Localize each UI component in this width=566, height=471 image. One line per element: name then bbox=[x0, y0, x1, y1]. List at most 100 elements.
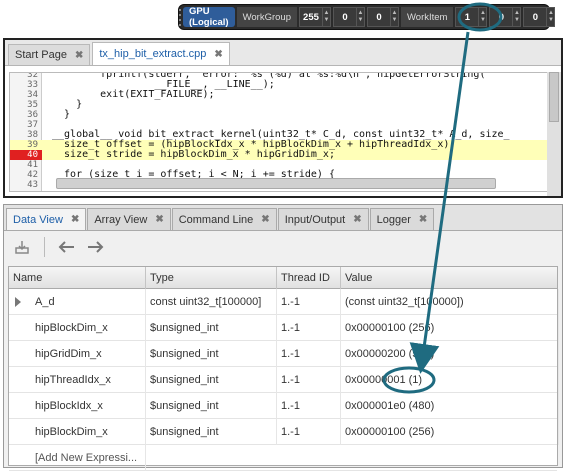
line-number[interactable]: 43 bbox=[10, 180, 38, 190]
spinner-arrows-icon[interactable]: ▲ ▼ bbox=[389, 8, 398, 26]
gpu-toolbar: GPU (Logical) WorkGroup 255 ▲ ▼ 0 ▲ ▼ 0 ▲ ▼… bbox=[178, 4, 556, 30]
close-icon[interactable]: ✖ bbox=[75, 50, 83, 61]
close-icon[interactable]: ✖ bbox=[155, 214, 163, 225]
line-number[interactable]: 39 bbox=[10, 140, 38, 150]
workgroup-y-value[interactable]: 0 bbox=[334, 12, 356, 23]
code-line[interactable]: 35 } bbox=[10, 100, 548, 111]
column-header-type[interactable]: Type bbox=[146, 267, 277, 289]
table-row[interactable]: hipThreadIdx_x $unsigned_int 1.-1 0x0000000… bbox=[9, 367, 559, 393]
cell-value: 0x00000100 (256) bbox=[341, 419, 559, 445]
add-expression-row[interactable]: [Add New Expressi... bbox=[9, 445, 557, 471]
cell-value: (const uint32_t[100000]) bbox=[341, 289, 559, 315]
workgroup-x-spinner[interactable]: 255 ▲ ▼ bbox=[298, 7, 331, 27]
cell-thread: 1.-1 bbox=[277, 289, 341, 315]
close-icon[interactable]: ✖ bbox=[261, 214, 269, 225]
workgroup-label: WorkGroup bbox=[236, 7, 297, 27]
tab-logger[interactable]: Logger ✖ bbox=[369, 208, 435, 230]
table-row[interactable]: hipBlockDim_x $unsigned_int 1.-1 0x00000100… bbox=[9, 315, 559, 341]
cell-thread: 1.-1 bbox=[277, 393, 341, 419]
cell-type: $unsigned_int bbox=[146, 367, 277, 393]
code-text: size_t stride = hipBlockDim_x * hipGridD… bbox=[52, 149, 335, 160]
table-row[interactable]: hipBlockDim_x $unsigned_int 1.-1 0x00000100… bbox=[9, 419, 559, 445]
workitem-z-value[interactable]: 0 bbox=[524, 12, 546, 23]
table-row[interactable]: hipBlockIdx_x $unsigned_int 1.-1 0x000001e0… bbox=[9, 393, 559, 419]
column-header-value[interactable]: Value bbox=[341, 267, 559, 289]
cell-name: hipBlockIdx_x bbox=[9, 393, 146, 419]
close-icon[interactable]: ✖ bbox=[71, 214, 79, 225]
line-number[interactable]: 34 bbox=[10, 90, 38, 100]
tab-label: Input/Output bbox=[284, 213, 346, 226]
line-number[interactable]: 33 bbox=[10, 80, 38, 90]
tab-label: tx_hip_bit_extract.cpp bbox=[99, 48, 207, 60]
close-icon[interactable]: ✖ bbox=[353, 214, 361, 225]
cell-type: $unsigned_int bbox=[146, 393, 277, 419]
vertical-scroll-track[interactable] bbox=[547, 72, 561, 196]
cell-value: 0x000001e0 (480) bbox=[341, 393, 559, 419]
add-expression-label[interactable]: [Add New Expressi... bbox=[9, 445, 146, 471]
line-number[interactable]: 38 bbox=[10, 130, 38, 140]
cell-thread: 1.-1 bbox=[277, 315, 341, 341]
cell-value: 0x00000100 (256) bbox=[341, 315, 559, 341]
cell-thread: 1.-1 bbox=[277, 419, 341, 445]
line-number[interactable]: 41 bbox=[10, 160, 38, 170]
workgroup-y-spinner[interactable]: 0 ▲ ▼ bbox=[332, 7, 365, 27]
spinner-arrows-icon[interactable]: ▲ ▼ bbox=[512, 8, 520, 26]
column-header-thread-id[interactable]: Thread ID bbox=[277, 267, 341, 289]
tab-label: Command Line bbox=[178, 213, 254, 226]
data-view-panel: Data View ✖ Array View ✖ Command Line ✖ … bbox=[3, 204, 563, 471]
tab-input-output[interactable]: Input/Output ✖ bbox=[277, 208, 369, 230]
tab-array-view[interactable]: Array View ✖ bbox=[87, 208, 171, 230]
gpu-logical-button[interactable]: GPU (Logical) bbox=[183, 6, 235, 28]
close-icon[interactable]: ✖ bbox=[419, 214, 427, 225]
vertical-scrollbar[interactable] bbox=[549, 72, 559, 122]
workitem-y-value[interactable]: 0 bbox=[490, 12, 512, 23]
cell-type: const uint32_t[100000] bbox=[146, 289, 277, 315]
cell-type: $unsigned_int bbox=[146, 419, 277, 445]
download-icon[interactable] bbox=[12, 237, 32, 257]
horizontal-scrollbar[interactable] bbox=[56, 178, 496, 189]
line-number[interactable]: 36 bbox=[10, 110, 38, 120]
line-number[interactable]: 35 bbox=[10, 100, 38, 110]
cell-type: $unsigned_int bbox=[146, 315, 277, 341]
cell-thread: 1.-1 bbox=[277, 367, 341, 393]
cell-name: hipBlockDim_x bbox=[9, 315, 146, 341]
tab-source-file[interactable]: tx_hip_bit_extract.cpp ✖ bbox=[92, 42, 230, 65]
spinner-arrows-icon[interactable]: ▲ ▼ bbox=[478, 8, 486, 26]
arrow-left-icon[interactable] bbox=[57, 237, 77, 257]
spinner-arrows-icon[interactable]: ▲ ▼ bbox=[546, 8, 554, 26]
tab-label: Logger bbox=[376, 213, 411, 226]
line-number[interactable]: 32 bbox=[10, 73, 38, 80]
line-number[interactable]: 37 bbox=[10, 120, 38, 130]
tab-command-line[interactable]: Command Line ✖ bbox=[171, 208, 277, 230]
code-line[interactable]: 34 exit(EXIT_FAILURE); bbox=[10, 90, 548, 101]
cell-thread: 1.-1 bbox=[277, 341, 341, 367]
table-row[interactable]: A_d const uint32_t[100000] 1.-1 (const uint… bbox=[9, 289, 559, 315]
tab-start-page[interactable]: Start Page ✖ bbox=[8, 44, 91, 65]
table-row[interactable]: hipGridDim_x $unsigned_int 1.-1 0x00000200 … bbox=[9, 341, 559, 367]
spinner-arrows-icon[interactable]: ▲ ▼ bbox=[321, 8, 330, 26]
code-view[interactable]: 32 fprintf(stderr, "error: '%s'(%d) at %… bbox=[9, 72, 549, 192]
variables-table: Name Type Thread ID Value A_d const uint3… bbox=[8, 266, 559, 471]
column-header-name[interactable]: Name bbox=[9, 267, 146, 289]
arrow-right-icon[interactable] bbox=[85, 237, 105, 257]
close-icon[interactable]: ✖ bbox=[214, 49, 222, 60]
workitem-x-spinner[interactable]: 1 ▲ ▼ bbox=[455, 7, 488, 27]
cell-name: hipGridDim_x bbox=[9, 341, 146, 367]
cell-name: hipThreadIdx_x bbox=[9, 367, 146, 393]
tab-data-view[interactable]: Data View ✖ bbox=[6, 208, 87, 230]
code-line[interactable]: 36 } bbox=[10, 109, 548, 121]
spinner-arrows-icon[interactable]: ▲ ▼ bbox=[355, 8, 364, 26]
workitem-x-value[interactable]: 1 bbox=[456, 12, 478, 23]
code-line[interactable]: 40 size_t stride = hipBlockDim_x * hipGr… bbox=[10, 150, 548, 160]
toolbar-area: GPU (Logical) WorkGroup 255 ▲ ▼ 0 ▲ ▼ 0 ▲ ▼… bbox=[0, 0, 566, 36]
workgroup-z-spinner[interactable]: 0 ▲ ▼ bbox=[366, 7, 399, 27]
workitem-z-spinner[interactable]: 0 ▲ ▼ bbox=[523, 7, 556, 27]
cell-value: 0x00000001 (1) bbox=[341, 367, 559, 393]
workitem-y-spinner[interactable]: 0 ▲ ▼ bbox=[489, 7, 522, 27]
code-text: } bbox=[52, 109, 71, 120]
workgroup-z-value[interactable]: 0 bbox=[368, 12, 390, 23]
line-number[interactable]: 42 bbox=[10, 170, 38, 180]
toolbar-grip[interactable] bbox=[179, 5, 181, 29]
workgroup-x-value[interactable]: 255 bbox=[300, 12, 322, 23]
line-number[interactable]: 40 bbox=[10, 150, 42, 160]
